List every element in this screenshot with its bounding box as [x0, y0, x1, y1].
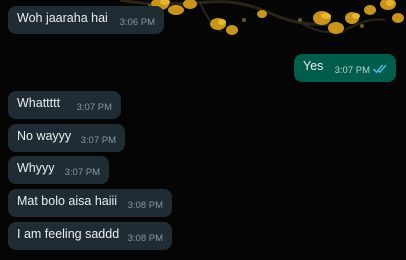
message-timestamp: 3:07 PM	[76, 102, 112, 113]
message-timestamp: 3:07 PM	[64, 167, 100, 178]
message-bubble-incoming[interactable]: Whyyy 3:07 PM	[8, 156, 109, 184]
message-timestamp: 3:07 PM	[80, 135, 116, 146]
message-bubble-outgoing[interactable]: Yes 3:07 PM	[294, 54, 396, 82]
message-text: Mat bolo aisa haiii	[17, 194, 118, 208]
message-timestamp: 3:07 PM	[334, 65, 370, 76]
message-text: Whattttt	[17, 96, 61, 110]
message-bubble-incoming[interactable]: I am feeling saddd 3:08 PM	[8, 222, 172, 250]
message-timestamp: 3:06 PM	[119, 17, 155, 28]
message-timestamp: 3:08 PM	[127, 200, 163, 211]
message-text: Whyyy	[17, 161, 55, 175]
message-text: I am feeling saddd	[17, 227, 120, 241]
message-text: Yes	[303, 59, 324, 73]
message-bubble-incoming[interactable]: Woh jaaraha hai 3:06 PM	[8, 6, 164, 34]
double-check-read-icon	[373, 64, 387, 73]
message-bubble-incoming[interactable]: Mat bolo aisa haiii 3:08 PM	[8, 189, 172, 217]
message-bubble-incoming[interactable]: No wayyy 3:07 PM	[8, 124, 125, 152]
message-text: Woh jaaraha hai	[17, 11, 108, 25]
message-timestamp: 3:08 PM	[127, 233, 163, 244]
message-bubble-incoming[interactable]: Whattttt 3:07 PM	[8, 91, 121, 119]
message-text: No wayyy	[17, 129, 72, 143]
